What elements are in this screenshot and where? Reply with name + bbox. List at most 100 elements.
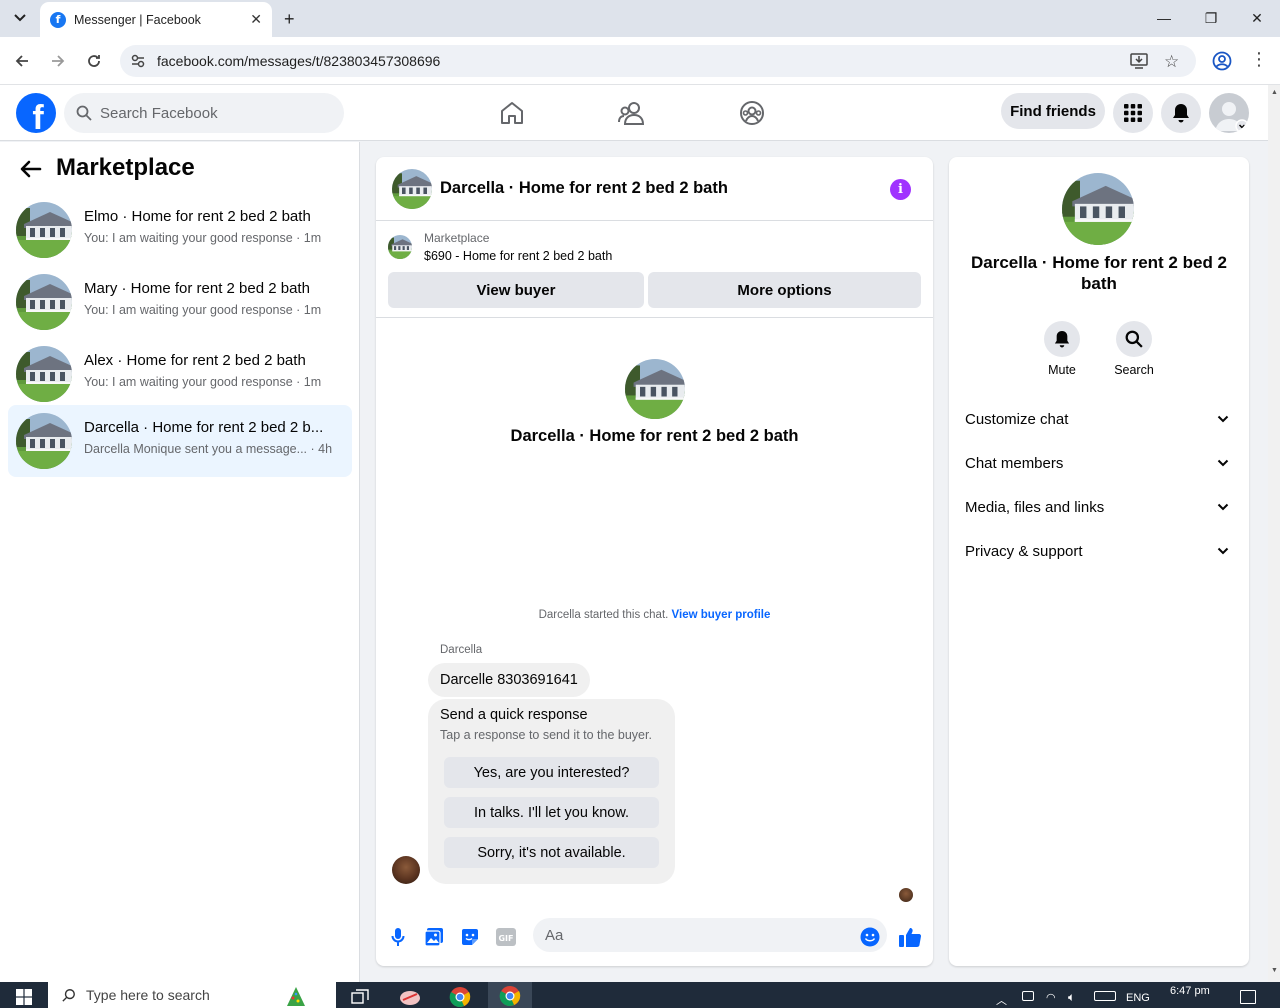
find-friends-button[interactable]: Find friends: [1001, 93, 1105, 129]
chat-title[interactable]: Darcella · Home for rent 2 bed 2 bath: [440, 179, 728, 198]
more-options-button[interactable]: More options: [648, 272, 921, 308]
bookmark-star-icon[interactable]: ☆: [1164, 52, 1179, 72]
back-icon[interactable]: [12, 51, 32, 71]
scroll-up-icon[interactable]: ▲: [1271, 89, 1278, 96]
notifications-bell-icon[interactable]: [1161, 93, 1201, 133]
gif-icon[interactable]: GIF: [495, 926, 517, 948]
notification-center-icon[interactable]: [1240, 990, 1256, 1004]
chrome-icon[interactable]: [448, 986, 472, 1008]
section-label: Customize chat: [965, 410, 1069, 428]
listing-price[interactable]: $690 - Home for rent 2 bed 2 bath: [424, 249, 612, 263]
scroll-down-icon[interactable]: ▼: [1271, 967, 1278, 974]
network-icon[interactable]: ◠: [1046, 991, 1056, 1004]
mute-button[interactable]: Mute: [1032, 321, 1092, 377]
search-in-chat-button[interactable]: Search: [1104, 321, 1164, 377]
conversation-name: Alex · Home for rent 2 bed 2 bath: [84, 352, 306, 369]
url-text: facebook.com/messages/t/823803457308696: [157, 53, 441, 69]
tray-device-icon[interactable]: [1022, 991, 1034, 1001]
search-icon: [1116, 321, 1152, 357]
message-input[interactable]: [533, 918, 887, 952]
listing-thumbnail: [16, 274, 72, 330]
view-buyer-button[interactable]: View buyer: [388, 272, 644, 308]
quick-response-option[interactable]: Yes, are you interested?: [444, 757, 659, 788]
privacy-support-row[interactable]: Privacy & support: [965, 533, 1233, 569]
language-indicator[interactable]: ENG: [1126, 992, 1150, 1004]
chat-started-text: Darcella started this chat.: [538, 609, 669, 621]
chevron-down-icon: [1217, 459, 1229, 467]
facebook-search-box[interactable]: Search Facebook: [64, 93, 344, 133]
mute-label: Mute: [1048, 363, 1076, 377]
forward-icon[interactable]: [48, 51, 68, 71]
chat-header: Darcella · Home for rent 2 bed 2 bath i: [376, 157, 933, 221]
friends-icon[interactable]: [614, 95, 650, 131]
customize-chat-row[interactable]: Customize chat: [965, 401, 1233, 437]
app-icon[interactable]: [398, 986, 422, 1008]
back-arrow-icon[interactable]: [20, 160, 42, 178]
section-label: Chat members: [965, 454, 1064, 472]
volume-icon[interactable]: 🔈︎: [1068, 990, 1075, 1005]
tray-overflow-icon[interactable]: ︿: [996, 992, 1007, 1008]
close-window-icon[interactable]: ✕: [1234, 0, 1280, 36]
message-composer: GIF: [376, 914, 933, 966]
conversation-item[interactable]: Elmo · Home for rent 2 bed 2 bath You: I…: [8, 194, 352, 266]
listing-thumbnail: [16, 346, 72, 402]
chat-intro-thumbnail: [625, 359, 685, 419]
account-avatar-icon[interactable]: [1209, 93, 1249, 133]
profile-icon[interactable]: [1212, 51, 1232, 71]
conversation-item-active[interactable]: Darcella · Home for rent 2 bed 2 b... Da…: [8, 405, 352, 477]
site-info-icon[interactable]: [130, 53, 146, 69]
tab-search-icon[interactable]: [12, 10, 28, 26]
photo-attach-icon[interactable]: [423, 926, 445, 948]
omnibox[interactable]: facebook.com/messages/t/823803457308696 …: [120, 45, 1196, 77]
install-app-icon[interactable]: [1130, 53, 1148, 69]
sticker-icon[interactable]: [459, 926, 481, 948]
media-files-links-row[interactable]: Media, files and links: [965, 489, 1233, 525]
new-tab-icon[interactable]: +: [284, 9, 295, 30]
chrome-active-taskbar-item[interactable]: [488, 982, 532, 1008]
conversation-preview: You: I am waiting your good response · 1…: [84, 303, 322, 317]
details-thumbnail: [1062, 173, 1134, 245]
groups-icon[interactable]: [734, 95, 770, 131]
section-label: Media, files and links: [965, 498, 1105, 516]
minimize-icon[interactable]: —: [1141, 0, 1187, 36]
clock[interactable]: 6:47 pm: [1170, 985, 1210, 997]
section-label: Privacy & support: [965, 542, 1083, 560]
windows-taskbar: Type here to search ︿ ◠ 🔈︎ ENG 6:47 pm: [0, 982, 1280, 1008]
sender-avatar[interactable]: [392, 856, 420, 884]
view-buyer-profile-link[interactable]: View buyer profile: [672, 609, 771, 621]
chat-members-row[interactable]: Chat members: [965, 445, 1233, 481]
listing-thumbnail: [16, 202, 72, 258]
info-icon[interactable]: i: [890, 179, 911, 200]
windows-start-icon[interactable]: [12, 986, 36, 1008]
chat-panel: Darcella · Home for rent 2 bed 2 bath i …: [376, 157, 933, 966]
address-bar-row: facebook.com/messages/t/823803457308696 …: [0, 37, 1280, 85]
thumbs-up-icon[interactable]: [899, 926, 921, 948]
browser-menu-icon[interactable]: ⋮: [1250, 50, 1268, 68]
microphone-icon[interactable]: [387, 926, 409, 948]
keyboard-icon[interactable]: [1094, 991, 1116, 1001]
listing-banner: Marketplace $690 - Home for rent 2 bed 2…: [376, 221, 933, 318]
page-scrollbar[interactable]: ▲ ▼: [1268, 85, 1280, 982]
quick-response-card: Send a quick response Tap a response to …: [428, 699, 675, 884]
task-view-icon[interactable]: [348, 986, 372, 1008]
reload-icon[interactable]: [84, 51, 104, 71]
menu-grid-icon[interactable]: [1113, 93, 1153, 133]
facebook-logo-icon[interactable]: f: [16, 93, 56, 133]
conversation-preview: You: I am waiting your good response · 1…: [84, 231, 322, 245]
quick-response-option[interactable]: Sorry, it's not available.: [444, 837, 659, 868]
home-icon[interactable]: [494, 95, 530, 131]
quick-response-option[interactable]: In talks. I'll let you know.: [444, 797, 659, 828]
tab-close-icon[interactable]: ✕: [250, 11, 262, 28]
holiday-tree-icon[interactable]: [284, 986, 308, 1008]
restore-icon[interactable]: ❐: [1188, 0, 1234, 36]
conversation-preview: You: I am waiting your good response · 1…: [84, 375, 322, 389]
chat-thumbnail[interactable]: [392, 169, 432, 209]
message-bubble[interactable]: Darcelle 8303691641: [428, 663, 590, 697]
emoji-icon[interactable]: [859, 926, 881, 948]
conversation-item[interactable]: Mary · Home for rent 2 bed 2 bath You: I…: [8, 266, 352, 338]
tab-title: Messenger | Facebook: [74, 12, 201, 27]
browser-tab[interactable]: f Messenger | Facebook ✕: [40, 2, 272, 37]
listing-mini-thumbnail: [388, 235, 412, 259]
conversation-item[interactable]: Alex · Home for rent 2 bed 2 bath You: I…: [8, 338, 352, 410]
search-icon: [62, 989, 75, 1002]
